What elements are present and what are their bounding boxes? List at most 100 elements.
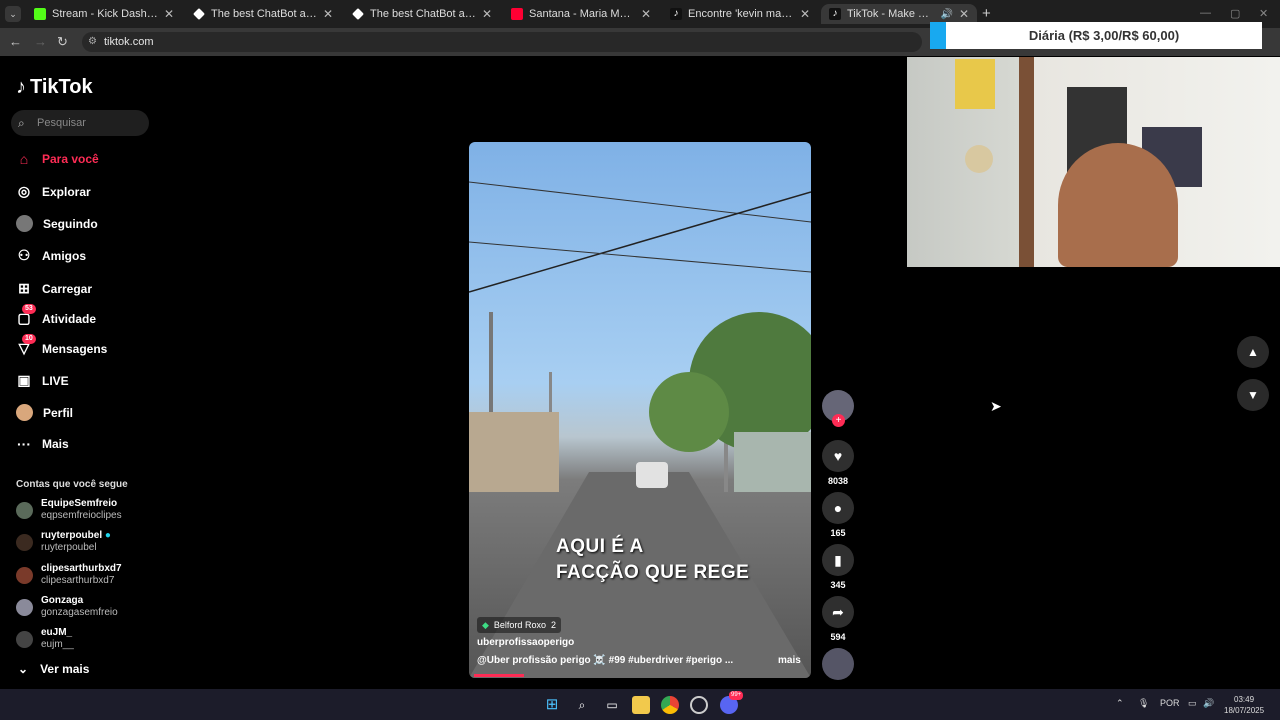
account-clipesarthurbxd7[interactable]: clipesarthurbxd7 clipesarthurbxd7 [16, 563, 122, 587]
nav-mais[interactable]: ··· Mais [16, 436, 69, 452]
share-button[interactable]: ➦ 594 [822, 596, 854, 642]
discord-icon[interactable]: 99+ [720, 691, 744, 714]
follow-plus-icon[interactable]: + [832, 414, 845, 427]
language-indicator[interactable]: POR [1160, 698, 1180, 708]
search-placeholder: Pesquisar [37, 117, 86, 129]
bookmark-icon: ▮ [822, 544, 854, 576]
video-frame [469, 181, 811, 678]
task-view-icon[interactable]: ▭ [603, 696, 621, 714]
tray-chevron-icon[interactable]: ⌃ [1116, 698, 1124, 709]
search-input[interactable]: ⌕ Pesquisar [11, 110, 149, 136]
clock[interactable]: 03:49 18/07/2025 [1224, 694, 1264, 716]
avatar [16, 630, 33, 648]
windows-start-icon[interactable]: ⊞ [543, 696, 561, 714]
tab-kick[interactable]: Stream - Kick Dashboard ✕ [26, 4, 182, 24]
comment-button[interactable]: ● 165 [822, 492, 854, 538]
forward-icon[interactable]: → [34, 34, 47, 49]
nav-perfil[interactable]: Perfil [16, 404, 73, 421]
next-video-button[interactable]: ▼ [1237, 379, 1269, 411]
close-icon[interactable]: ✕ [323, 7, 333, 21]
more-link[interactable]: mais [778, 655, 801, 666]
nav-live[interactable]: ▣ LIVE [16, 372, 69, 389]
verified-icon: ● [104, 530, 111, 541]
close-icon[interactable]: ✕ [482, 7, 492, 21]
profile-icon [16, 404, 33, 421]
tab-title: TikTok - Make Your Day [847, 8, 934, 20]
close-icon[interactable]: ✕ [641, 7, 651, 21]
previous-video-button[interactable]: ▲ [1237, 336, 1269, 368]
minimize-icon[interactable]: — [1200, 7, 1211, 19]
tiktok-icon: ♪ [829, 8, 841, 20]
network-icon[interactable]: ▭ [1188, 698, 1197, 709]
account-equipesemfreio[interactable]: EquipeSemfreio eqpsemfreioclipes [16, 498, 122, 522]
volume-icon[interactable]: 🔊 [1203, 698, 1214, 709]
following-header: Contas que você segue [16, 479, 128, 490]
file-explorer-icon[interactable] [632, 696, 650, 714]
chrome-icon[interactable] [661, 696, 679, 714]
new-tab-button[interactable]: + [982, 5, 991, 22]
account-gonzaga[interactable]: Gonzaga gonzagasemfreio [16, 595, 118, 619]
close-icon[interactable]: ✕ [164, 7, 174, 21]
tiktok-logo[interactable]: ♪ TikTok [16, 76, 93, 99]
music-disc-button[interactable] [822, 648, 854, 680]
site-info-icon[interactable]: ⚙ [88, 32, 97, 52]
search-icon[interactable]: ⌕ [573, 696, 591, 714]
video-caption: AQUI É A FACÇÃO QUE REGE [556, 534, 749, 586]
nav-label: Mais [42, 437, 69, 451]
poster [955, 59, 995, 109]
location-name: Belford Roxo [493, 620, 546, 630]
nav-seguindo[interactable]: Seguindo [16, 215, 98, 232]
wall-decor [965, 145, 993, 173]
window-close-icon[interactable]: ✕ [1259, 7, 1268, 20]
clock-time: 03:49 [1234, 695, 1255, 704]
tab-chatbot-2[interactable]: The best ChatBot and Widgets ✕ [344, 4, 500, 24]
nav-mensagens[interactable]: ▽ 10 Mensagens [16, 334, 107, 357]
tab-chatbot-1[interactable]: The best ChatBot and Widgets ✕ [185, 4, 341, 24]
chevron-down-icon: ⌄ [18, 662, 29, 676]
like-button[interactable]: ♥ 8038 [822, 440, 854, 486]
chevron-up-icon: ▲ [1247, 345, 1259, 359]
kick-icon [34, 8, 46, 20]
location-tag[interactable]: ◆ Belford Roxo 2 [477, 617, 561, 633]
chevron-down-icon: ▼ [1247, 388, 1259, 402]
microphone-icon[interactable]: 🎙 [1138, 698, 1149, 709]
account-ruyterpoubel[interactable]: ruyterpoubel ● ruyterpoubel [16, 530, 111, 554]
account-eujm[interactable]: euJM_ eujm__ [16, 627, 74, 651]
friends-icon: ⚇ [17, 247, 31, 263]
nav-para-voce[interactable]: ⌂ Para você [16, 151, 99, 167]
back-icon[interactable]: ← [9, 34, 22, 49]
tab-tiktok-search[interactable]: ♪ Encontre 'kevin machuca' no Tik ✕ [662, 4, 818, 24]
save-button[interactable]: ▮ 345 [822, 544, 854, 590]
caption-line: FACÇÃO QUE REGE [556, 562, 750, 583]
live-icon: ▣ [17, 372, 31, 388]
tab-search-icon[interactable]: ⌄ [5, 6, 21, 22]
nav-label: Explorar [42, 184, 91, 199]
url-field[interactable]: ⚙ tiktok.com [82, 32, 922, 52]
maximize-icon[interactable]: ▢ [1230, 7, 1240, 20]
obs-icon[interactable] [690, 696, 708, 714]
reload-icon[interactable]: ↻ [57, 34, 68, 50]
nav-amigos[interactable]: ⚇ Amigos [16, 247, 86, 264]
tab-title: Encontre 'kevin machuca' no Tik [688, 8, 794, 20]
nav-label: LIVE [42, 373, 69, 388]
close-icon[interactable]: ✕ [959, 7, 969, 21]
tab-title: Stream - Kick Dashboard [52, 8, 158, 20]
clock-date: 18/07/2025 [1224, 706, 1265, 715]
nav-explorar[interactable]: ◎ Explorar [16, 183, 91, 200]
mouse-cursor-icon: ➤ [990, 398, 1002, 414]
speaker-icon[interactable]: 🔊 [940, 9, 952, 20]
video-player[interactable] [469, 142, 811, 678]
nav-atividade[interactable]: ▢ 53 Atividade [16, 304, 96, 327]
close-icon[interactable]: ✕ [800, 7, 810, 21]
tab-tiktok-active[interactable]: ♪ TikTok - Make Your Day 🔊 ✕ [821, 4, 977, 24]
account-handle: eujm__ [41, 639, 74, 650]
account-name: EquipeSemfreio [41, 498, 118, 509]
nav-carregar[interactable]: ⊞ Carregar [16, 280, 92, 297]
see-more-button[interactable]: ⌄ Ver mais [18, 662, 89, 676]
tab-youtube[interactable]: Santana - Maria Maria (Official ✕ [503, 4, 659, 24]
account-handle: eqpsemfreioclipes [41, 510, 122, 521]
video-username[interactable]: uberprofissaoperigo [477, 637, 574, 648]
video-progress-bar[interactable] [474, 674, 524, 677]
more-icon: ··· [17, 436, 31, 452]
creator-avatar-button[interactable]: + [822, 390, 854, 427]
